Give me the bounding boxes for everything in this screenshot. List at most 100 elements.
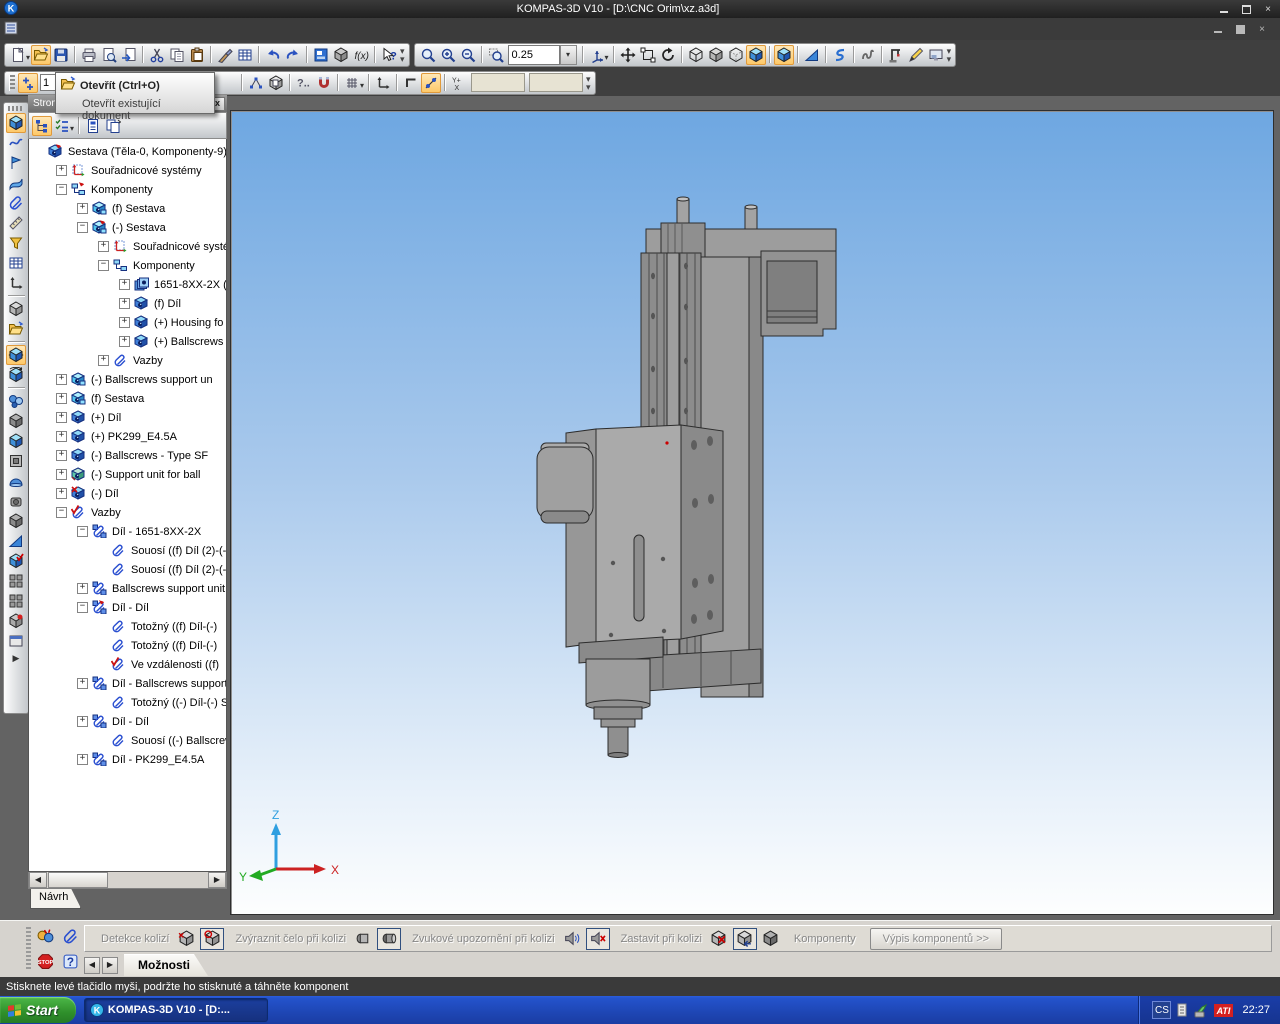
expand-box[interactable]: + [119, 336, 130, 347]
tree-item[interactable]: +(+) Ballscrews [29, 332, 226, 351]
expand-box[interactable]: + [77, 754, 88, 765]
snap-points-icon[interactable] [421, 73, 441, 93]
component-icon[interactable] [331, 45, 351, 65]
more-buttons-icon[interactable]: ▾▾ [947, 47, 952, 63]
stopc2-toggle[interactable] [733, 928, 757, 950]
coordinate-field[interactable] [529, 73, 583, 92]
cut-surface-icon[interactable] [6, 431, 26, 451]
language-indicator[interactable]: CS [1152, 1001, 1171, 1019]
component-report-button[interactable]: Výpis komponentů >> [870, 928, 1002, 950]
expand-box[interactable]: + [56, 431, 67, 442]
dome-icon[interactable] [6, 471, 26, 491]
tree-item[interactable]: −(-) Sestava [29, 218, 226, 237]
magnet-icon[interactable] [314, 73, 334, 93]
expand-box[interactable]: − [77, 526, 88, 537]
tree-item[interactable]: +(+) Housing fo [29, 313, 226, 332]
spline-icon[interactable] [6, 133, 26, 153]
colcube2-toggle[interactable] [200, 928, 224, 950]
print-preview-icon[interactable] [99, 45, 119, 65]
zoom-scale-combo[interactable]: 0.25▾ [508, 45, 577, 65]
local-cs-icon[interactable] [373, 73, 393, 93]
expand-box[interactable]: + [56, 450, 67, 461]
tree-item[interactable]: Souosí ((f) Díl (2)-(- [29, 560, 226, 579]
restore-button[interactable] [1236, 2, 1256, 16]
expand-box[interactable]: + [119, 298, 130, 309]
face1-toggle[interactable] [351, 928, 375, 950]
tree-item[interactable]: +Díl - Ballscrews support [29, 674, 226, 693]
expand-box[interactable]: + [56, 412, 67, 423]
expand-box[interactable]: + [77, 203, 88, 214]
toolbar-grip[interactable] [8, 106, 24, 111]
tree-horizontal-scrollbar[interactable]: ◀ ▶ [28, 872, 227, 889]
surface-icon[interactable] [6, 173, 26, 193]
sketch-icon[interactable] [906, 45, 926, 65]
tree-item[interactable]: +(-) Support unit for ball [29, 465, 226, 484]
minimize-button[interactable] [1214, 2, 1234, 16]
tree-item[interactable]: Totožný ((f) Díl-(-) [29, 636, 226, 655]
tree-structure-icon[interactable] [32, 116, 52, 136]
property-bar-grip[interactable] [26, 927, 31, 971]
report-table-icon[interactable] [6, 253, 26, 273]
shaded-icon[interactable] [746, 45, 766, 65]
cut-icon[interactable] [147, 45, 167, 65]
window-icon[interactable] [6, 631, 26, 651]
grid-icon[interactable] [342, 73, 362, 93]
tabs-scroll-left-icon[interactable]: ◀ [84, 957, 100, 974]
tree-item[interactable]: +(-) Ballscrews - Type SF [29, 446, 226, 465]
ortho-icon[interactable] [401, 73, 421, 93]
pattern2-icon[interactable] [6, 591, 26, 611]
compcube-toggle[interactable] [759, 928, 783, 950]
expand-box[interactable]: + [77, 583, 88, 594]
tree-item[interactable]: +(+) PK299_E4.5A [29, 427, 226, 446]
pan-icon[interactable] [618, 45, 638, 65]
operation-icon[interactable] [6, 299, 26, 319]
tree-item[interactable]: +(+) Díl [29, 408, 226, 427]
paste-icon[interactable] [187, 45, 207, 65]
expand-box[interactable]: + [56, 374, 67, 385]
plane-icon[interactable] [6, 153, 26, 173]
expand-box[interactable]: − [77, 222, 88, 233]
tree-item[interactable]: Souosí ((-) Ballscrews - [29, 731, 226, 750]
colcube1-toggle[interactable] [174, 928, 198, 950]
mdi-restore-button[interactable] [1230, 22, 1250, 36]
coordinates-icon[interactable]: Y+X [449, 73, 469, 93]
shaded-edges-icon[interactable] [774, 45, 794, 65]
copy-properties-icon[interactable] [215, 45, 235, 65]
tree-item[interactable]: +(f) Díl [29, 294, 226, 313]
spk-toggle[interactable] [560, 928, 584, 950]
3d-viewport[interactable]: Z X Y [230, 110, 1274, 915]
wedge-icon[interactable] [6, 531, 26, 551]
copy-icon[interactable] [167, 45, 187, 65]
zoom-area-icon[interactable] [418, 45, 438, 65]
fit-rectangle-icon[interactable] [638, 45, 658, 65]
move-component-icon[interactable] [6, 345, 26, 365]
new-document-icon[interactable] [8, 45, 28, 65]
start-button[interactable]: Start [0, 997, 76, 1023]
tree-item[interactable]: +Souřadnicové systé [29, 237, 226, 256]
ati-tray-icon[interactable]: ATI [1214, 1004, 1233, 1017]
insert-icon[interactable] [119, 45, 139, 65]
open-part-icon[interactable] [6, 319, 26, 339]
window-manager-icon[interactable] [311, 45, 331, 65]
datum-icon[interactable] [6, 273, 26, 293]
rotate-view-icon[interactable] [658, 45, 678, 65]
spreadsheet-icon[interactable] [235, 45, 255, 65]
taskbar-app-button[interactable]: K KOMPAS-3D V10 - [D:... [84, 998, 268, 1022]
variables-icon[interactable]: f(x) [351, 45, 371, 65]
tree-item[interactable]: −Komponenty [29, 256, 226, 275]
tree-item[interactable]: +(f) Sestava [29, 199, 226, 218]
expand-box[interactable]: + [77, 678, 88, 689]
tree-item[interactable]: Totožný ((-) Díl-(-) Supp [29, 693, 226, 712]
expand-box[interactable]: + [119, 317, 130, 328]
hide-objects-icon[interactable] [858, 45, 878, 65]
expand-box[interactable]: + [98, 355, 109, 366]
tree-item[interactable]: +(-) Ballscrews support un [29, 370, 226, 389]
redo-icon[interactable] [283, 45, 303, 65]
tree-item[interactable]: Totožný ((f) Díl-(-) [29, 617, 226, 636]
open-document-icon[interactable] [31, 45, 51, 65]
expand-box[interactable]: + [98, 241, 109, 252]
tree-item[interactable]: +Souřadnicové systémy [29, 161, 226, 180]
move-part-icon[interactable] [18, 73, 38, 93]
hidden-lines-thin-icon[interactable] [726, 45, 746, 65]
properties-panel-icon[interactable] [926, 45, 946, 65]
